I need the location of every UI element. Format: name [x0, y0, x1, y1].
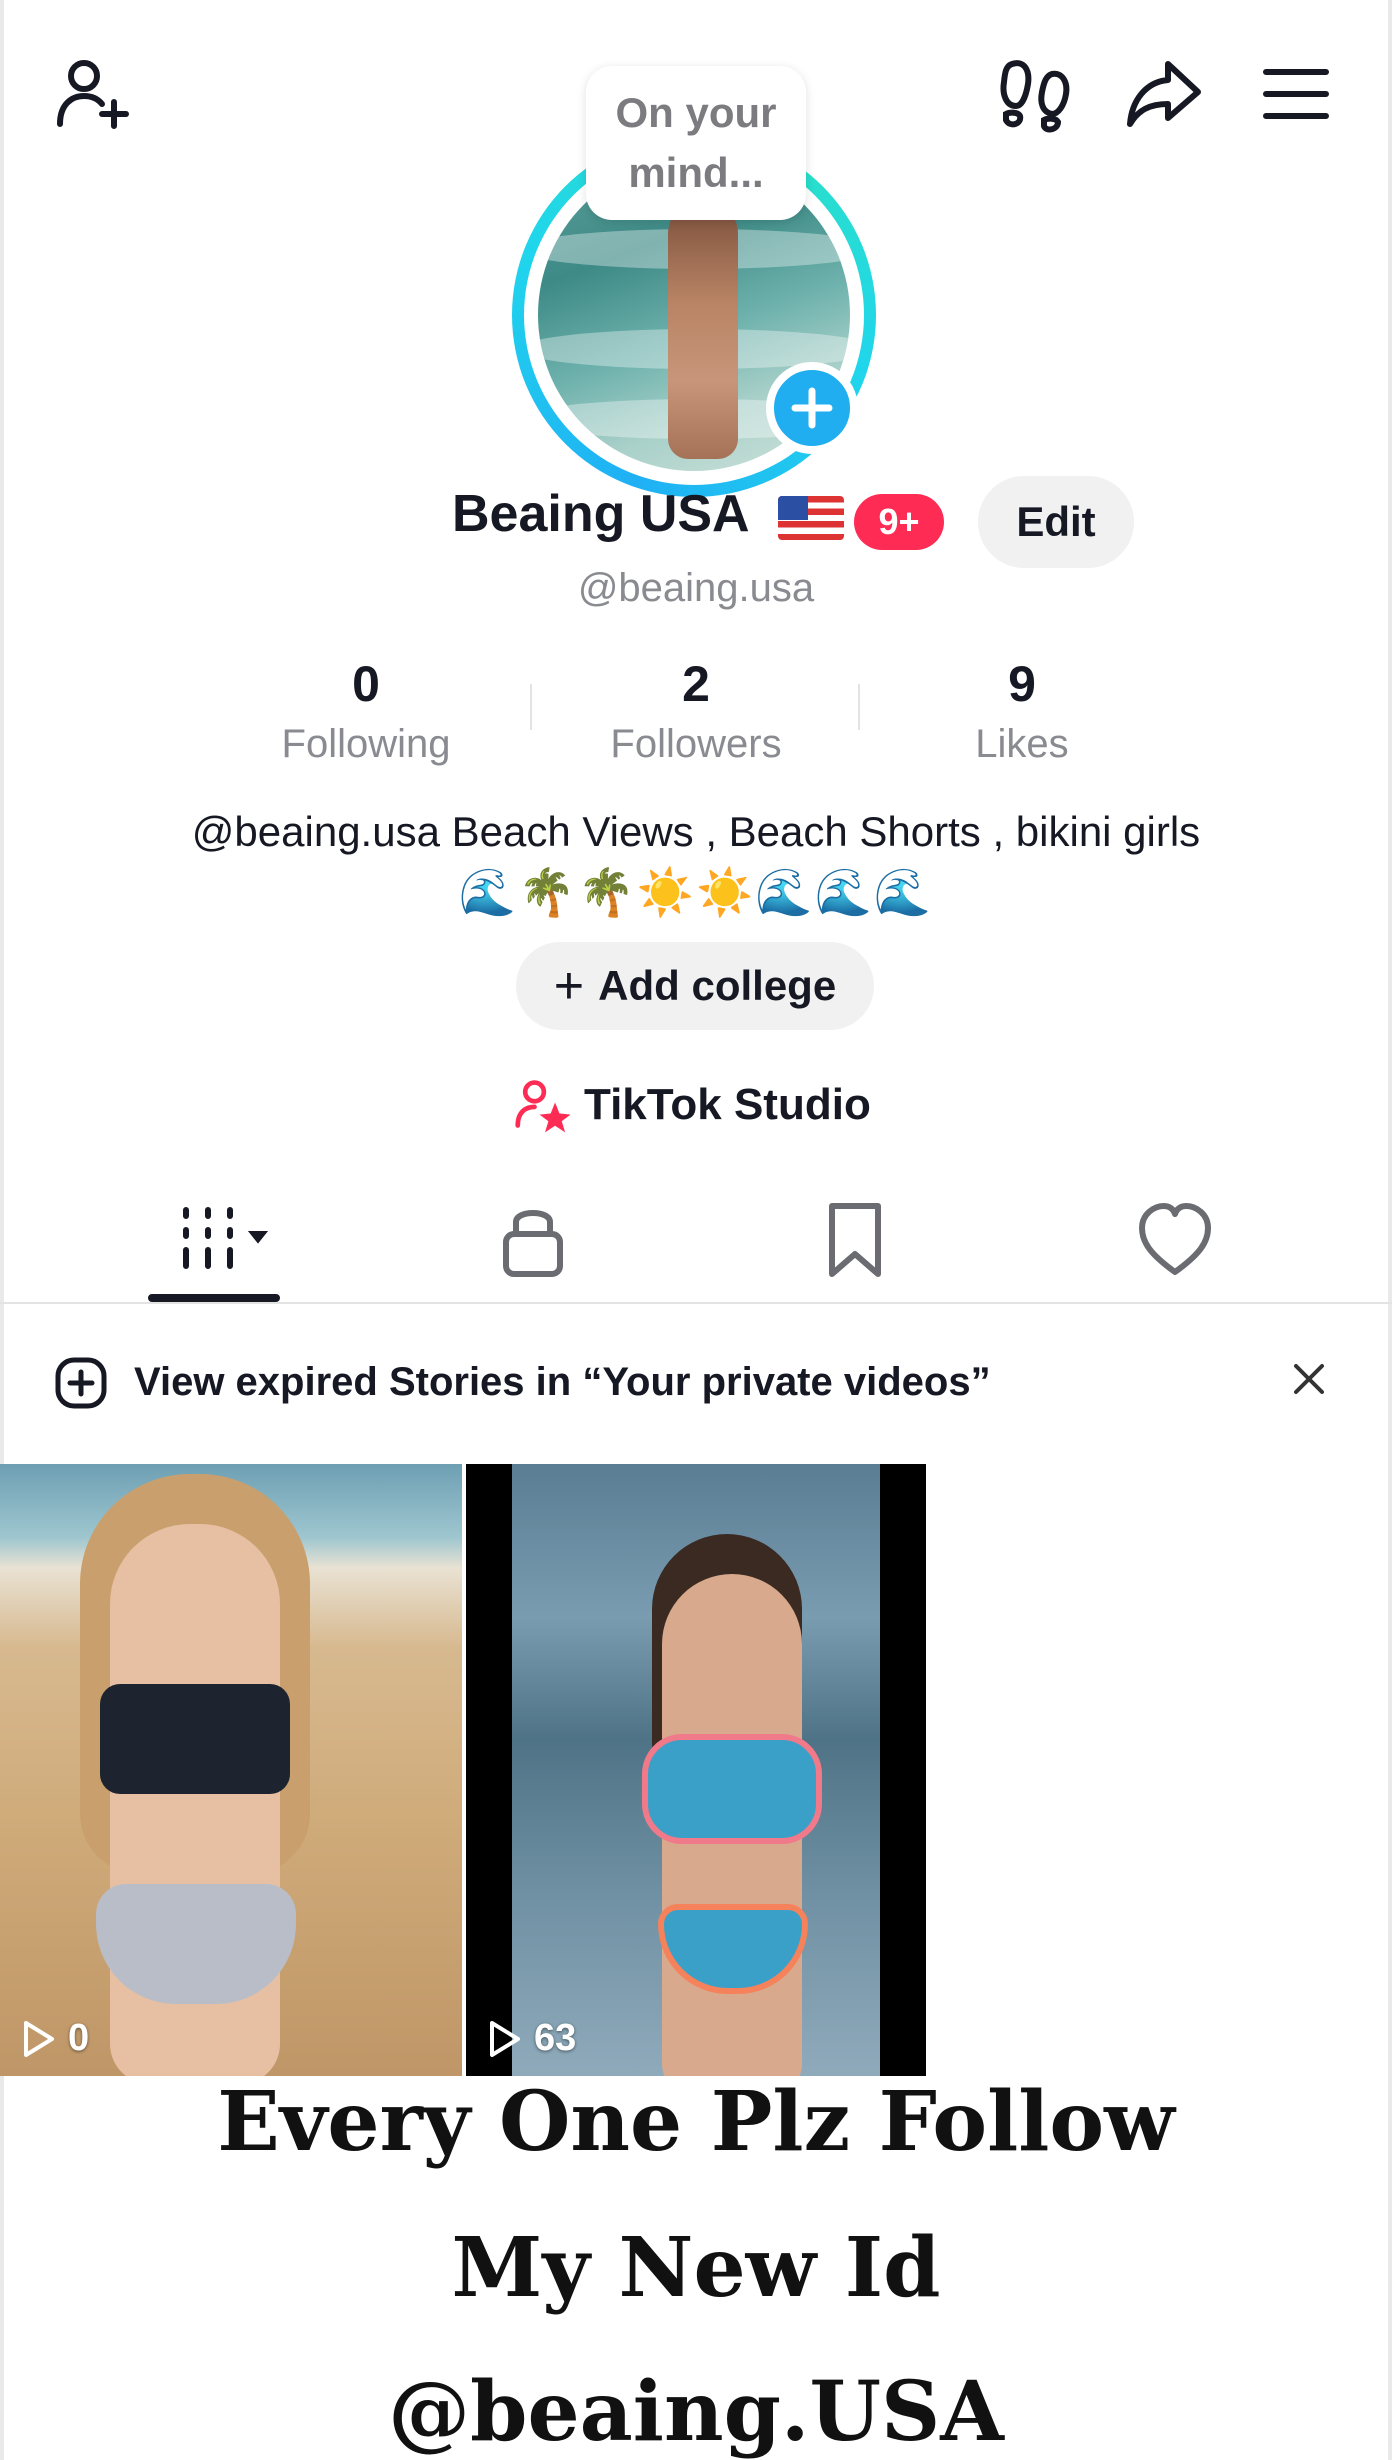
video-thumbnail[interactable]: 63	[466, 1464, 926, 2076]
creator-star-icon	[515, 1080, 570, 1133]
tab-liked[interactable]	[1120, 1196, 1230, 1280]
caption-line: Every One Plz Follow	[217, 2074, 1175, 2170]
studio-label: TikTok Studio	[584, 1080, 871, 1129]
lock-icon	[503, 1210, 563, 1277]
caption-line: @beaing.USA	[388, 2364, 1004, 2460]
stat-label: Likes	[975, 722, 1069, 766]
stat-followers[interactable]: 2 Followers	[546, 652, 846, 772]
stat-value: 9	[1008, 656, 1036, 712]
expired-stories-banner[interactable]: View expired Stories in “Your private vi…	[134, 1352, 991, 1412]
display-name: Beaing USA	[452, 485, 750, 543]
stat-divider	[530, 684, 532, 730]
view-count: 63	[484, 2017, 576, 2060]
play-icon	[24, 2020, 54, 2057]
stat-label: Followers	[610, 722, 782, 766]
video-thumbnail[interactable]: 0	[0, 1464, 462, 2076]
footprints-icon[interactable]	[996, 54, 1076, 134]
bio-emoji: 🌊🌴🌴☀️☀️🌊🌊🌊	[458, 866, 934, 918]
caption-line: My New Id	[451, 2220, 941, 2316]
stat-following[interactable]: 0 Following	[216, 652, 516, 772]
view-count-value: 0	[68, 2017, 90, 2059]
story-add-icon	[55, 1357, 107, 1409]
stat-divider	[858, 684, 860, 730]
add-friend-icon[interactable]	[52, 54, 132, 134]
plus-icon: +	[553, 957, 585, 1015]
thought-bubble-text: On your mind...	[615, 89, 777, 196]
stat-value: 2	[682, 656, 710, 712]
tiktok-studio-link[interactable]: TikTok Studio	[514, 1074, 871, 1136]
bookmark-icon	[829, 1203, 881, 1277]
us-flag-icon	[778, 496, 844, 540]
add-college-label: Add college	[598, 962, 837, 1009]
tab-favorites[interactable]	[800, 1196, 910, 1280]
username-handle: @beaing.usa	[577, 566, 815, 610]
tab-divider	[0, 1302, 1392, 1304]
active-tab-indicator	[148, 1294, 280, 1302]
thought-bubble[interactable]: On your mind...	[586, 66, 806, 220]
videos-grid-icon	[183, 1207, 269, 1269]
stat-value: 0	[352, 656, 380, 712]
tab-videos[interactable]	[168, 1196, 278, 1280]
add-college-button[interactable]: + Add college	[516, 942, 874, 1030]
share-icon[interactable]	[1124, 54, 1204, 134]
heart-icon	[1139, 1203, 1211, 1275]
menu-icon[interactable]	[1256, 54, 1336, 134]
add-story-button[interactable]	[766, 362, 858, 454]
edit-profile-button[interactable]: Edit	[978, 476, 1134, 568]
play-icon	[490, 2020, 520, 2057]
bio-text: @beaing.usa Beach Views , Beach Shorts ,…	[191, 808, 1201, 855]
plus-icon	[791, 387, 833, 429]
view-count: 0	[18, 2017, 89, 2060]
stat-likes[interactable]: 9 Likes	[872, 652, 1172, 772]
view-count-value: 63	[534, 2017, 577, 2059]
stat-label: Following	[281, 722, 451, 766]
close-icon[interactable]	[1286, 1356, 1332, 1402]
notification-badge[interactable]: 9+	[854, 494, 944, 550]
tab-private[interactable]	[478, 1196, 588, 1280]
